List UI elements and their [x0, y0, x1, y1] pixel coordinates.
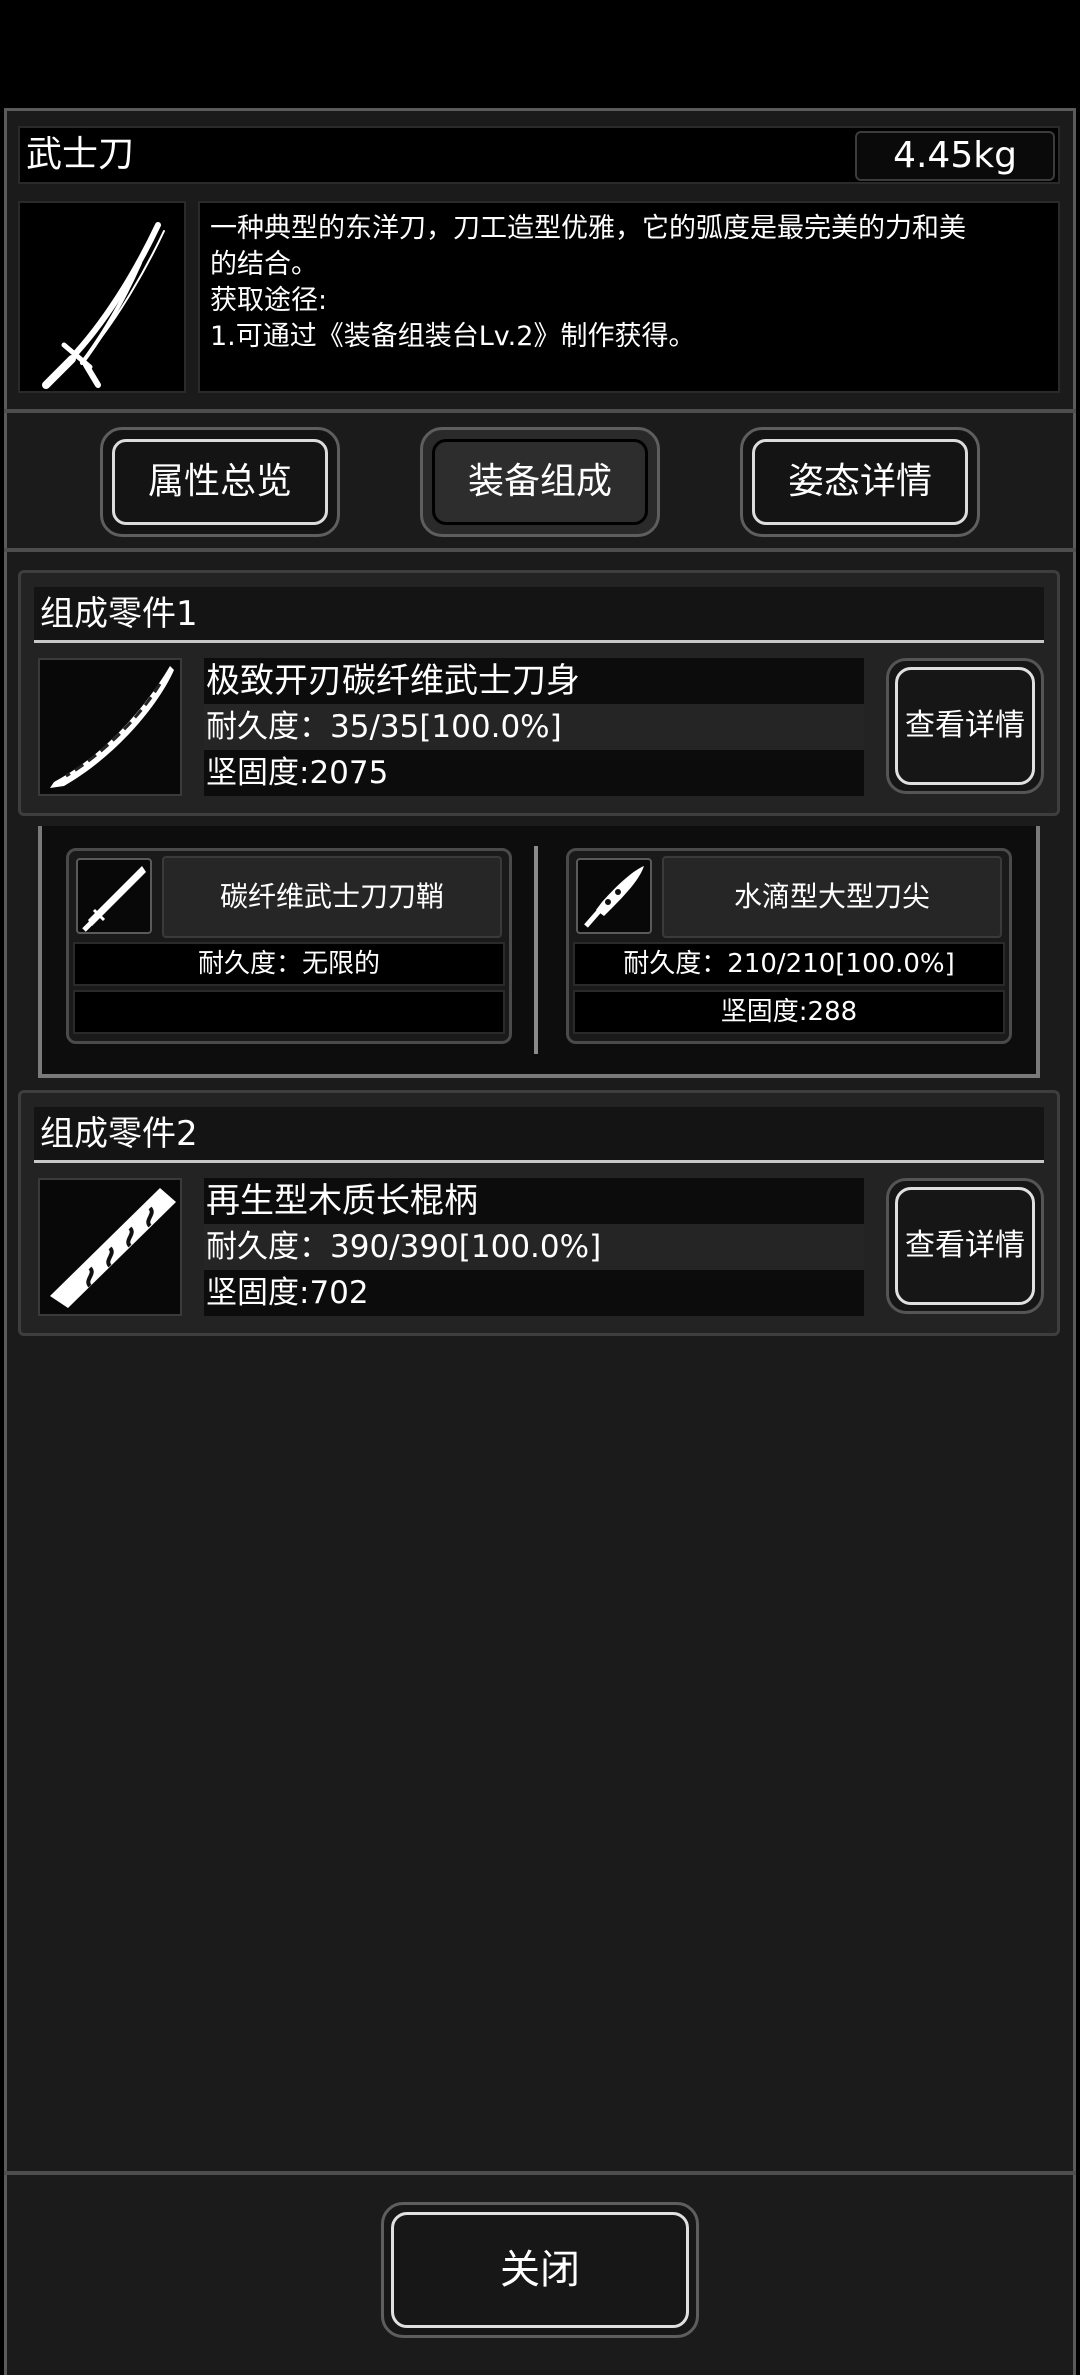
part-header: 组成零件2: [34, 1107, 1044, 1163]
blade-icon: [50, 666, 174, 788]
button-label: 关闭: [500, 2247, 580, 2293]
item-description: 一种典型的东洋刀，刀工造型优雅，它的弧度是最完美的力和美 的结合。 获取途径: …: [198, 201, 1060, 393]
description-line: 1.可通过《装备组装台Lv.2》制作获得。: [210, 321, 696, 352]
subpart-thumbnail: [576, 858, 652, 934]
wooden-handle-icon: [50, 1188, 176, 1308]
part-durability: 耐久度：35/35[100.0%]: [204, 704, 864, 750]
subpart-name: 碳纤维武士刀刀鞘: [162, 856, 502, 938]
scabbard-icon: [82, 866, 146, 932]
part-hardness: 坚固度:702: [204, 1270, 864, 1316]
button-label: 查看详情: [905, 1228, 1025, 1263]
tab-attribute-overview[interactable]: 属性总览: [100, 427, 340, 537]
part-info: 再生型木质长棍柄 耐久度：390/390[100.0%] 坚固度:702: [204, 1178, 864, 1316]
part-info: 极致开刃碳纤维武士刀身 耐久度：35/35[100.0%] 坚固度:2075: [204, 658, 864, 796]
subpart-name: 水滴型大型刀尖: [662, 856, 1002, 938]
description-line: 获取途径:: [210, 285, 328, 316]
part-name: 再生型木质长棍柄: [204, 1178, 864, 1224]
part-durability: 耐久度：390/390[100.0%]: [204, 1224, 864, 1270]
tab-label: 属性总览: [147, 461, 292, 502]
katana-icon: [42, 222, 165, 389]
item-icon-frame: [18, 201, 186, 393]
subpart-hardness: [73, 990, 505, 1034]
subpart-thumbnail: [76, 858, 152, 934]
tab-equipment-composition[interactable]: 装备组成: [420, 427, 660, 537]
description-line: 一种典型的东洋刀，刀工造型优雅，它的弧度是最完美的力和美: [210, 213, 966, 244]
subparts-divider: [534, 846, 538, 1054]
divider: [4, 2171, 1076, 2175]
divider: [4, 409, 1076, 413]
part-hardness: 坚固度:2075: [204, 750, 864, 796]
part-thumbnail: [38, 658, 182, 796]
tab-stance-details[interactable]: 姿态详情: [740, 427, 980, 537]
button-label: 查看详情: [905, 708, 1025, 743]
blade-tip-icon: [584, 866, 644, 928]
tab-label: 装备组成: [467, 461, 612, 502]
divider: [4, 548, 1076, 552]
item-name: 武士刀: [26, 134, 135, 175]
part-thumbnail: [38, 1178, 182, 1316]
close-button[interactable]: 关闭: [381, 2202, 699, 2338]
part-header: 组成零件1: [34, 587, 1044, 643]
part-name: 极致开刃碳纤维武士刀身: [204, 658, 864, 704]
view-details-button[interactable]: 查看详情: [886, 1178, 1044, 1314]
view-details-button[interactable]: 查看详情: [886, 658, 1044, 794]
subpart-hardness: 坚固度:288: [573, 990, 1005, 1034]
subpart-durability: 耐久度：无限的: [73, 942, 505, 986]
subpart-durability: 耐久度：210/210[100.0%]: [573, 942, 1005, 986]
description-line: 的结合。: [210, 249, 318, 280]
item-weight: 4.45kg: [855, 131, 1055, 181]
tab-label: 姿态详情: [787, 461, 932, 502]
